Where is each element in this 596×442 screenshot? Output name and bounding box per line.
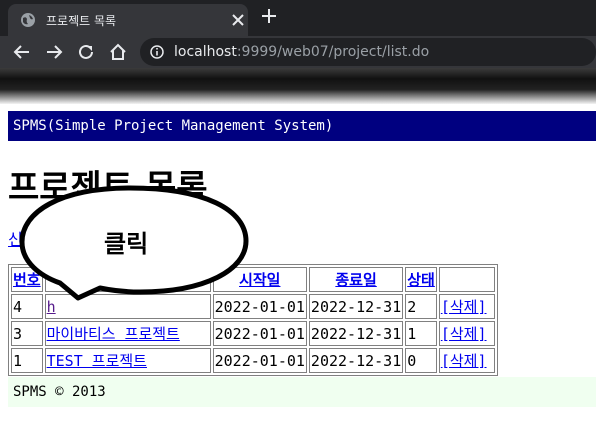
- site-footer: SPMS © 2013: [8, 377, 596, 407]
- forward-arrow-icon[interactable]: [44, 42, 64, 62]
- cell-action: [삭제]: [438, 294, 495, 319]
- new-tab-icon[interactable]: [262, 9, 276, 23]
- site-header: SPMS(Simple Project Management System): [8, 111, 596, 141]
- cell-end-date: 2022-12-31: [308, 348, 404, 373]
- sort-end-link[interactable]: 종료일: [335, 271, 376, 289]
- project-title-link[interactable]: 마이바티스 프로젝트: [47, 325, 180, 343]
- cell-action: [삭제]: [438, 348, 495, 373]
- cell-start-date: 2022-01-01: [212, 321, 307, 346]
- page-title: 프로젝트 목록: [8, 168, 208, 208]
- sort-title-link[interactable]: 제목: [114, 271, 142, 289]
- back-arrow-icon[interactable]: [12, 42, 32, 62]
- info-icon[interactable]: [150, 45, 164, 59]
- url-path: :9999/web07/project/list.do: [236, 44, 430, 60]
- browser-tabstrip: 프로젝트 목록: [0, 0, 596, 36]
- header-number[interactable]: 번호: [11, 267, 43, 292]
- cell-end-date: 2022-12-31: [308, 321, 404, 346]
- cell-title: TEST 프로젝트: [44, 348, 211, 373]
- header-title[interactable]: 제목: [44, 267, 211, 292]
- home-icon[interactable]: [108, 42, 128, 62]
- address-bar[interactable]: localhost:9999/web07/project/list.do: [140, 38, 596, 66]
- delete-link[interactable]: [삭제]: [441, 298, 487, 316]
- cell-number: 1: [11, 348, 43, 373]
- browser-toolbar: localhost:9999/web07/project/list.do: [0, 36, 596, 68]
- header-state[interactable]: 상태: [405, 267, 437, 292]
- sort-state-link[interactable]: 상태: [407, 271, 435, 289]
- sort-start-link[interactable]: 시작일: [239, 271, 280, 289]
- delete-link[interactable]: [삭제]: [441, 325, 487, 343]
- cell-state: 1: [405, 321, 437, 346]
- header-end-date[interactable]: 종료일: [308, 267, 404, 292]
- table-header-row: 번호 제목 시작일 종료일 상태: [11, 267, 495, 292]
- project-title-link[interactable]: h: [47, 298, 56, 316]
- cell-number: 3: [11, 321, 43, 346]
- close-icon[interactable]: [232, 14, 244, 26]
- cell-number: 4: [11, 294, 43, 319]
- browser-tab[interactable]: 프로젝트 목록: [8, 4, 248, 36]
- cell-title: 마이바티스 프로젝트: [44, 321, 211, 346]
- table-row: 1 TEST 프로젝트 2022-01-01 2022-12-31 0 [삭제]: [11, 348, 495, 373]
- cell-state: 0: [405, 348, 437, 373]
- new-project-link[interactable]: 신규 프로젝트: [8, 226, 101, 250]
- header-start-date[interactable]: 시작일: [212, 267, 307, 292]
- table-row: 3 마이바티스 프로젝트 2022-01-01 2022-12-31 1 [삭제…: [11, 321, 495, 346]
- cell-end-date: 2022-12-31: [308, 294, 404, 319]
- obscured-bookmark-bar: [0, 68, 596, 104]
- tab-title: 프로젝트 목록: [46, 14, 117, 28]
- sort-number-link[interactable]: 번호: [13, 271, 41, 289]
- cell-title: h: [44, 294, 211, 319]
- delete-link[interactable]: [삭제]: [441, 352, 487, 370]
- project-title-link[interactable]: TEST 프로젝트: [47, 352, 147, 370]
- table-row: 4 h 2022-01-01 2022-12-31 2 [삭제]: [11, 294, 495, 319]
- globe-icon: [21, 13, 35, 27]
- url-text[interactable]: localhost:9999/web07/project/list.do: [174, 44, 429, 60]
- header-action: [438, 267, 495, 292]
- cell-start-date: 2022-01-01: [212, 348, 307, 373]
- project-table: 번호 제목 시작일 종료일 상태 4 h 2022-01-01 2022-12-…: [8, 264, 498, 376]
- cell-state: 2: [405, 294, 437, 319]
- callout-text: 클릭: [104, 230, 149, 258]
- cell-start-date: 2022-01-01: [212, 294, 307, 319]
- url-host: localhost: [174, 44, 237, 60]
- cell-action: [삭제]: [438, 321, 495, 346]
- reload-icon[interactable]: [76, 42, 96, 62]
